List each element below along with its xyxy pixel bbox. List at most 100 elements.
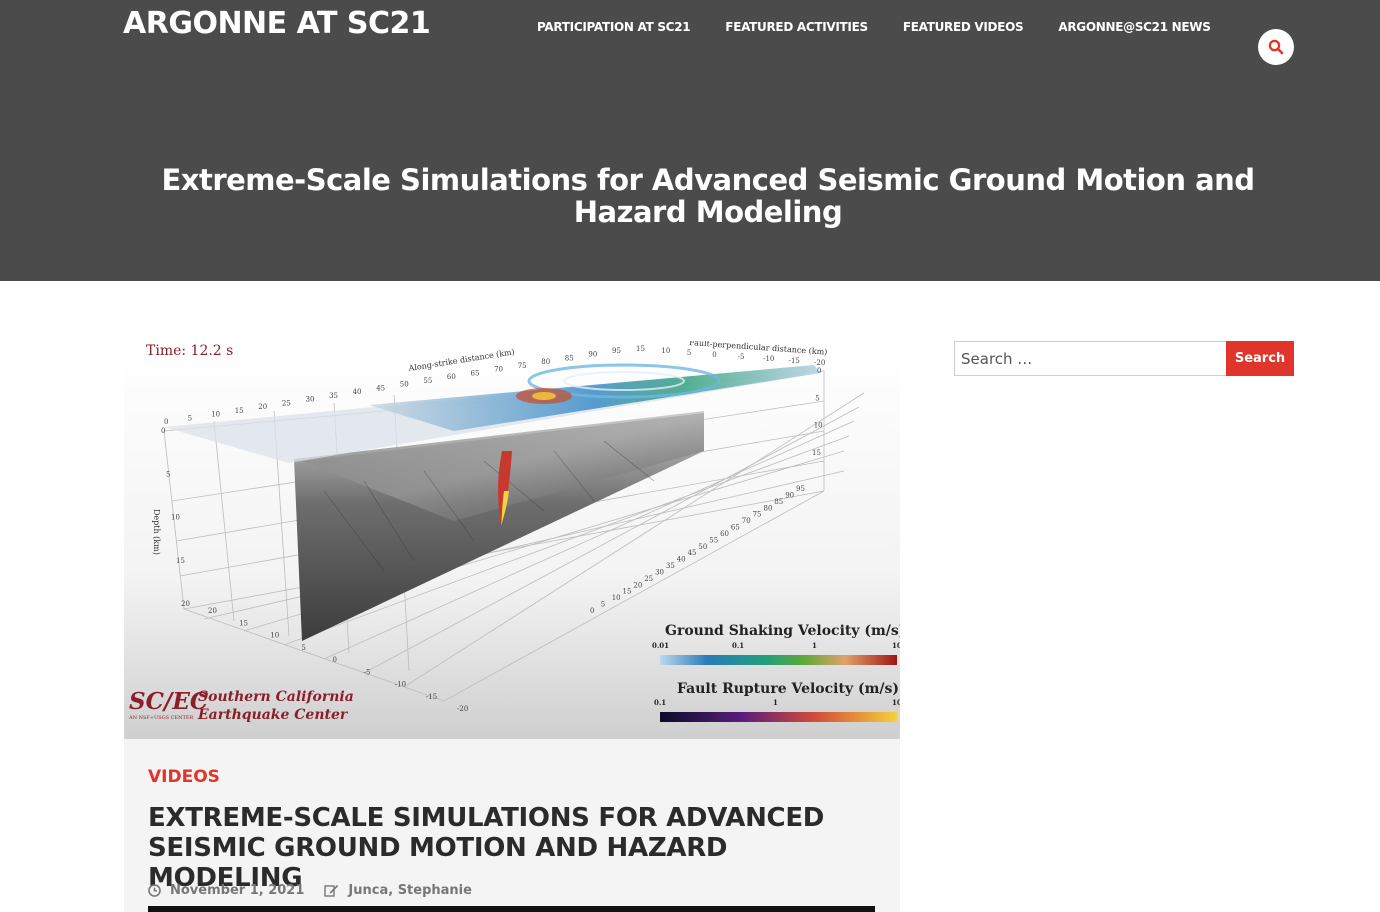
ground-velocity-colorbar (660, 655, 897, 665)
bottom-perp-tick-label: 10 (270, 632, 279, 640)
post-meta: November 1, 2021 Junca, Stephanie (148, 883, 472, 898)
fault-velocity-label: Fault Rupture Velocity (m/s) (677, 681, 899, 697)
bottom-perp-tick-label: 20 (208, 607, 217, 615)
bottom-perp-tick-label: -10 (395, 681, 406, 689)
depth-tick-label: 20 (181, 600, 190, 608)
post-category-link[interactable]: VIDEOS (148, 767, 220, 787)
ground-velocity-label: Ground Shaking Velocity (m/s) (665, 623, 900, 639)
right-along-tick-label: 95 (796, 485, 805, 493)
fault-velocity-tick: 1 (773, 698, 778, 707)
along-strike-tick-label: 40 (353, 388, 362, 396)
bottom-perp-tick-label: 5 (301, 644, 305, 652)
perpendicular-tick-label: -10 (763, 355, 774, 363)
along-strike-tick-label: 75 (518, 362, 527, 370)
along-strike-tick-label: 20 (258, 403, 267, 411)
bottom-perp-tick-label: 0 (333, 656, 337, 664)
right-along-tick-label: 85 (774, 498, 783, 506)
fault-velocity-ticks: 0.1 1 10 (654, 698, 900, 707)
bottom-perp-tick-label: 15 (239, 619, 248, 627)
right-along-tick-label: 45 (688, 549, 697, 557)
right-along-tick-label: 0 (590, 607, 594, 615)
post-author[interactable]: Junca, Stephanie (348, 883, 472, 898)
perpendicular-axis-label: Fault-perpendicular distance (km) (689, 341, 828, 357)
edit-icon (324, 884, 339, 897)
along-strike-tick-label: 35 (329, 392, 338, 400)
perpendicular-tick-label: -15 (789, 357, 800, 365)
post-title-link[interactable]: EXTREME-SCALE SIMULATIONS FOR ADVANCED S… (148, 803, 888, 893)
along-strike-tick-label: 25 (282, 399, 291, 407)
featured-image[interactable]: Time: 12.2 s Along-strike distance (km) … (124, 341, 900, 739)
along-strike-tick-label: 50 (400, 381, 409, 389)
org-name-line1: Southern California (198, 689, 354, 705)
site-title[interactable]: ARGONNE AT SC21 (123, 6, 431, 41)
depth-tick-label: 10 (171, 514, 180, 522)
right-depth-tick-label: 10 (814, 422, 823, 430)
right-along-tick-label: 15 (623, 588, 632, 596)
right-depth-ticks: 0 5 10 15 (812, 367, 823, 457)
scec-logo-sub: AN NSF+USGS CENTER (128, 715, 194, 721)
video-player[interactable] (148, 906, 875, 912)
along-strike-tick-label: 5 (188, 414, 192, 422)
main-nav: PARTICIPATION AT SC21 FEATURED ACTIVITIE… (537, 20, 1246, 34)
right-along-tick-label: 5 (601, 601, 605, 609)
along-strike-tick-label: 0 (164, 418, 168, 426)
org-name-line2: Earthquake Center (197, 707, 349, 723)
right-along-tick-label: 90 (785, 491, 794, 499)
ground-velocity-tick: 0.01 (652, 641, 669, 650)
right-along-tick-label: 70 (742, 517, 751, 525)
ground-velocity-tick: 1 (812, 641, 817, 650)
right-depth-tick-label: 0 (817, 367, 821, 375)
along-strike-tick-label: 55 (423, 377, 432, 385)
fault-velocity-tick: 10 (892, 698, 900, 707)
along-strike-tick-label: 70 (494, 366, 503, 374)
right-along-tick-label: 75 (753, 511, 762, 519)
search-input[interactable] (954, 341, 1226, 376)
nav-featured-activities[interactable]: FEATURED ACTIVITIES (725, 20, 868, 34)
bottom-perp-tick-label: -15 (426, 693, 437, 701)
right-along-tick-label: 55 (709, 536, 718, 544)
depth-axis-label: Depth (km) (152, 509, 161, 555)
along-strike-tick-label: 60 (447, 373, 456, 381)
bottom-perp-tick-label: -20 (457, 705, 468, 713)
depth-ticks: 0 5 10 15 20 (161, 427, 190, 608)
right-depth-tick-label: 5 (815, 394, 819, 402)
search-icon (1268, 39, 1284, 55)
page-title: Extreme-Scale Simulations for Advanced S… (161, 163, 1255, 229)
nav-featured-videos[interactable]: FEATURED VIDEOS (903, 20, 1024, 34)
fault-velocity-tick: 0.1 (654, 698, 666, 707)
scec-logo: SC/EC (129, 688, 209, 715)
post-date[interactable]: November 1, 2021 (170, 883, 304, 898)
right-depth-tick-label: 15 (812, 449, 821, 457)
right-along-tick-label: 80 (764, 504, 773, 512)
fault-velocity-colorbar (660, 712, 897, 722)
right-along-tick-label: 10 (612, 594, 621, 602)
perpendicular-tick-label: -20 (814, 359, 825, 367)
nav-news[interactable]: ARGONNE@SC21 NEWS (1058, 20, 1211, 34)
along-strike-tick-label: 45 (376, 384, 385, 392)
right-along-tick-label: 30 (655, 569, 664, 577)
along-strike-tick-label: 95 (612, 347, 621, 355)
search-toggle-button[interactable] (1258, 29, 1294, 65)
along-strike-tick-label: 85 (565, 355, 574, 363)
right-along-tick-label: 25 (644, 575, 653, 583)
perpendicular-tick-label: 15 (636, 345, 645, 353)
along-strike-tick-label: 90 (588, 351, 597, 359)
depth-tick-label: 0 (161, 427, 165, 435)
along-strike-tick-label: 30 (306, 396, 315, 404)
right-along-tick-label: 60 (720, 530, 729, 538)
depth-tick-label: 5 (166, 470, 170, 478)
sidebar-search-form: Search (954, 341, 1294, 376)
right-along-tick-label: 20 (633, 581, 642, 589)
right-along-tick-label: 50 (698, 543, 707, 551)
perpendicular-tick-label: 5 (687, 349, 691, 357)
along-strike-tick-label: 15 (235, 407, 244, 415)
clock-icon (148, 884, 161, 897)
site-header: ARGONNE AT SC21 PARTICIPATION AT SC21 FE… (0, 0, 1380, 281)
along-strike-tick-label: 65 (471, 369, 480, 377)
search-button[interactable]: Search (1226, 341, 1294, 376)
time-label: Time: 12.2 s (146, 343, 233, 359)
right-along-tick-label: 35 (666, 562, 675, 570)
perpendicular-tick-label: -5 (738, 353, 745, 361)
nav-participation[interactable]: PARTICIPATION AT SC21 (537, 20, 691, 34)
post-card: Time: 12.2 s Along-strike distance (km) … (124, 341, 900, 912)
